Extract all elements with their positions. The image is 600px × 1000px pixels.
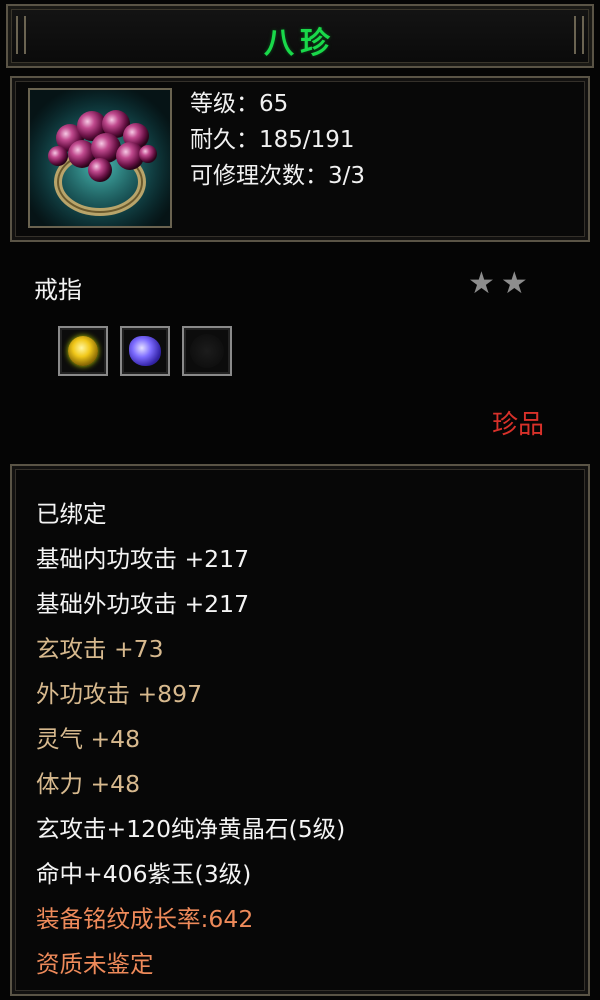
attribute-list: 已绑定 基础内功攻击 +217 基础外功攻击 +217 玄攻击 +73 外功攻击…: [36, 492, 345, 987]
yellow-gem-icon: [68, 336, 98, 366]
gem-socket-2[interactable]: [120, 326, 170, 376]
attribute-line: 已绑定: [36, 500, 107, 528]
attribute-line: 命中+406紫玉(3级): [36, 860, 252, 888]
repair-count-stat: 可修理次数：3/3: [190, 163, 366, 189]
item-type: 戒指: [34, 276, 82, 304]
attribute-line: 玄攻击 +73: [36, 635, 164, 663]
attribute-line: 基础内功攻击 +217: [36, 545, 250, 573]
item-name: 八珍: [264, 26, 336, 61]
gem-socket-1[interactable]: [58, 326, 108, 376]
attribute-line: 玄攻击+120纯净黄晶石(5级): [36, 815, 346, 843]
rarity-label: 珍品: [492, 410, 545, 440]
purple-gem-icon: [129, 336, 161, 366]
attribute-line: 体力 +48: [36, 770, 141, 798]
grape-ring-icon: [28, 88, 172, 228]
gem-socket-3[interactable]: [182, 326, 232, 376]
empty-socket-icon: [190, 334, 224, 368]
attribute-line: 基础外功攻击 +217: [36, 590, 250, 618]
attribute-line: 资质未鉴定: [36, 950, 154, 978]
level-stat: 等级：65: [190, 91, 289, 117]
base-stats: 等级：65 耐久：185/191 可修理次数：3/3: [190, 86, 365, 194]
star-rating: ★★: [468, 266, 534, 301]
attribute-line: 灵气 +48: [36, 725, 141, 753]
attributes-panel: 已绑定 基础内功攻击 +217 基础外功攻击 +217 玄攻击 +73 外功攻击…: [10, 464, 590, 996]
item-header: 等级：65 耐久：185/191 可修理次数：3/3: [10, 76, 590, 242]
title-bar: 八珍: [6, 4, 594, 68]
durability-stat: 耐久：185/191: [190, 127, 355, 153]
item-tooltip: 八珍 等级：65 耐久：185/191 可修理次数：3/3 戒指 ★★ 珍品 已…: [0, 0, 600, 1000]
attribute-line: 外功攻击 +897: [36, 680, 203, 708]
attribute-line: 装备铭纹成长率:642: [36, 905, 254, 933]
